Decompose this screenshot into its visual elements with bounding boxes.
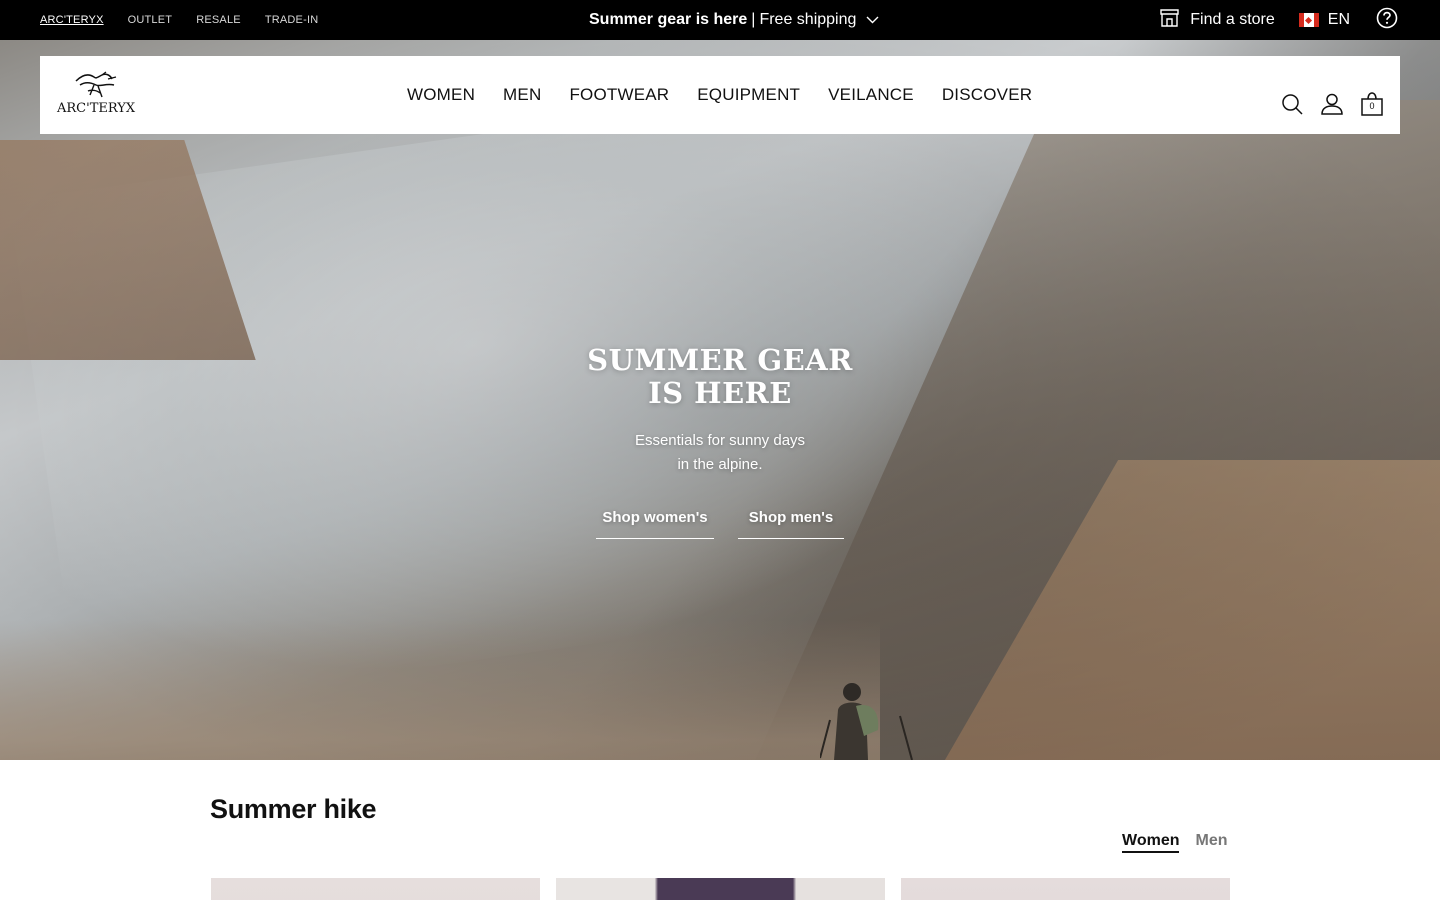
top-utility-bar: ARC'TERYX OUTLET RESALE TRADE-IN Summer … [0,0,1440,40]
hero-title-line-1: SUMMER GEAR [587,343,853,377]
nav-men[interactable]: MEN [503,85,541,105]
nav-footwear[interactable]: FOOTWEAR [569,85,669,105]
site-link-arcteryx[interactable]: ARC'TERYX [40,14,104,26]
help-button[interactable] [1376,7,1398,34]
store-icon [1159,8,1190,33]
hero-cta-group: Shop women's Shop men's [520,502,920,539]
find-store-link[interactable]: Find a store [1159,8,1275,33]
hiker-figure [820,683,913,760]
archaeopteryx-logo-icon [75,71,117,98]
header-actions: 0 [1280,92,1384,116]
promo-bold-text: Summer gear is here [589,11,748,28]
language-label: EN [1327,11,1350,28]
site-link-resale[interactable]: RESALE [196,14,241,26]
account-button[interactable] [1320,92,1344,116]
gender-tabs: Women Men [1122,832,1227,853]
hero-content: SUMMER GEAR IS HERE Essentials for sunny… [520,344,920,539]
nav-discover[interactable]: DISCOVER [942,85,1032,105]
main-header: ARC'TERYX WOMEN MEN FOOTWEAR EQUIPMENT V… [40,56,1400,134]
main-nav: WOMEN MEN FOOTWEAR EQUIPMENT VEILANCE DI… [407,56,1032,148]
utility-links: Find a store EN [1159,0,1398,40]
chevron-down-icon [866,16,879,24]
hero-title-line-2: IS HERE [648,376,792,410]
help-icon [1376,7,1398,34]
search-button[interactable] [1280,92,1304,116]
product-card[interactable] [556,878,885,900]
canada-flag-icon [1298,13,1319,27]
shop-womens-button[interactable]: Shop women's [596,502,714,539]
bag-count: 0 [1369,101,1375,111]
shop-mens-button[interactable]: Shop men's [738,502,844,539]
hero-title: SUMMER GEAR IS HERE [520,344,920,410]
tab-men[interactable]: Men [1195,832,1227,853]
language-selector[interactable]: EN [1298,11,1350,29]
find-store-label: Find a store [1190,11,1275,28]
product-card[interactable] [211,878,540,900]
nav-women[interactable]: WOMEN [407,85,475,105]
arcteryx-logo[interactable]: ARC'TERYX [57,71,136,119]
site-switcher: ARC'TERYX OUTLET RESALE TRADE-IN [40,0,318,40]
hero-subtitle-line-1: Essentials for sunny days [634,432,806,449]
bag-button[interactable]: 0 [1360,92,1384,116]
hero-subtitle: Essentials for sunny days in the alpine. [520,429,920,477]
nav-veilance[interactable]: VEILANCE [828,85,914,105]
promo-separator: | [751,11,756,28]
hero-subtitle-line-2: in the alpine. [677,456,763,473]
tab-women[interactable]: Women [1122,832,1180,853]
site-link-outlet[interactable]: OUTLET [128,14,173,26]
logo-wordmark: ARC'TERYX [57,101,136,116]
site-link-trade-in[interactable]: TRADE-IN [265,14,319,26]
product-card[interactable] [901,878,1230,900]
promo-banner[interactable]: Summer gear is here | Free shipping [589,0,879,40]
promo-text: Free shipping [759,11,857,28]
search-icon [1282,94,1303,115]
product-card-row [211,878,1230,900]
section-title: Summer hike [210,794,377,824]
hero-banner: SUMMER GEAR IS HERE Essentials for sunny… [0,40,1440,760]
nav-equipment[interactable]: EQUIPMENT [697,85,800,105]
account-icon [1321,93,1343,115]
